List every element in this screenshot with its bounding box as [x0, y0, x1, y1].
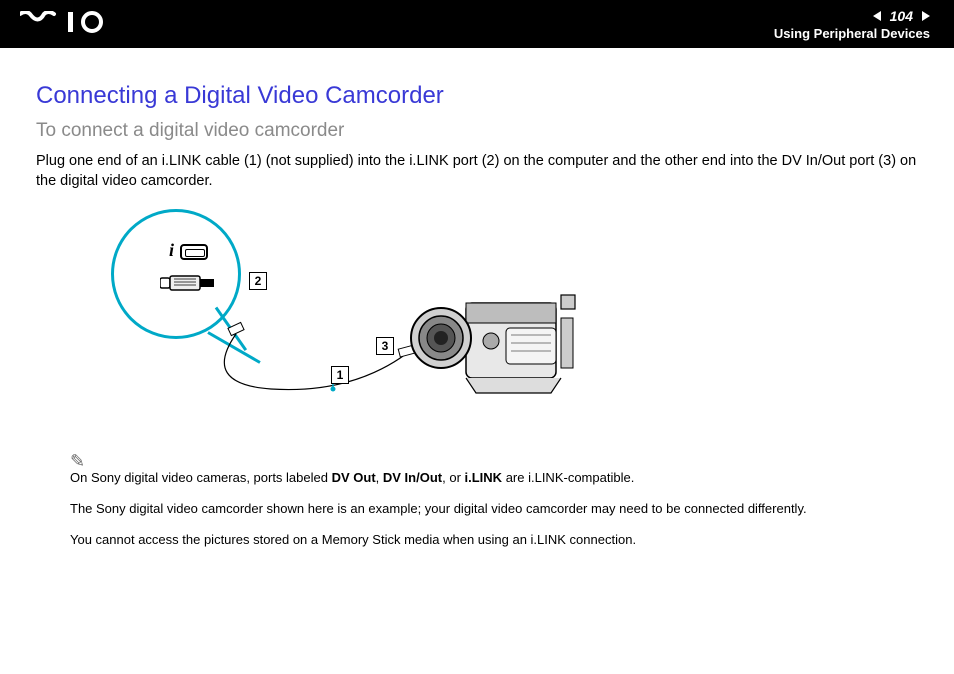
note-pencil-icon: ✎: [70, 451, 85, 472]
page-navigator: 104: [873, 8, 930, 24]
note-bold: DV Out: [332, 470, 376, 485]
note-text: are i.LINK-compatible.: [502, 470, 634, 485]
note-text: On Sony digital video cameras, ports lab…: [70, 470, 332, 485]
page-header: 104 Using Peripheral Devices: [0, 0, 954, 48]
callout-number-2: 2: [249, 272, 267, 290]
note-line-3: You cannot access the pictures stored on…: [70, 532, 918, 549]
page-content: Connecting a Digital Video Camcorder To …: [0, 48, 954, 549]
ilink-port-icon: i: [169, 240, 208, 261]
section-title: Using Peripheral Devices: [774, 26, 930, 41]
note-bold: DV In/Out: [383, 470, 442, 485]
note-line-2: The Sony digital video camcorder shown h…: [70, 501, 918, 518]
next-page-arrow-icon[interactable]: [922, 11, 930, 21]
connection-diagram: i: [76, 209, 676, 429]
note-line-1: On Sony digital video cameras, ports lab…: [70, 470, 918, 487]
note-text: , or: [442, 470, 464, 485]
note-text: ,: [376, 470, 383, 485]
callout-number-1: 1: [331, 366, 349, 384]
prev-page-arrow-icon[interactable]: [873, 11, 881, 21]
camcorder-icon: [406, 273, 586, 403]
page-subtitle: To connect a digital video camcorder: [36, 120, 918, 142]
page-title: Connecting a Digital Video Camcorder: [36, 82, 918, 110]
page-number: 104: [887, 8, 916, 24]
vaio-logo: [20, 11, 116, 38]
instruction-text: Plug one end of an i.LINK cable (1) (not…: [36, 152, 918, 191]
notes-section: ✎ On Sony digital video cameras, ports l…: [70, 449, 918, 549]
note-bold: i.LINK: [465, 470, 503, 485]
callout-number-3: 3: [376, 337, 394, 355]
header-right: 104 Using Peripheral Devices: [774, 8, 930, 41]
